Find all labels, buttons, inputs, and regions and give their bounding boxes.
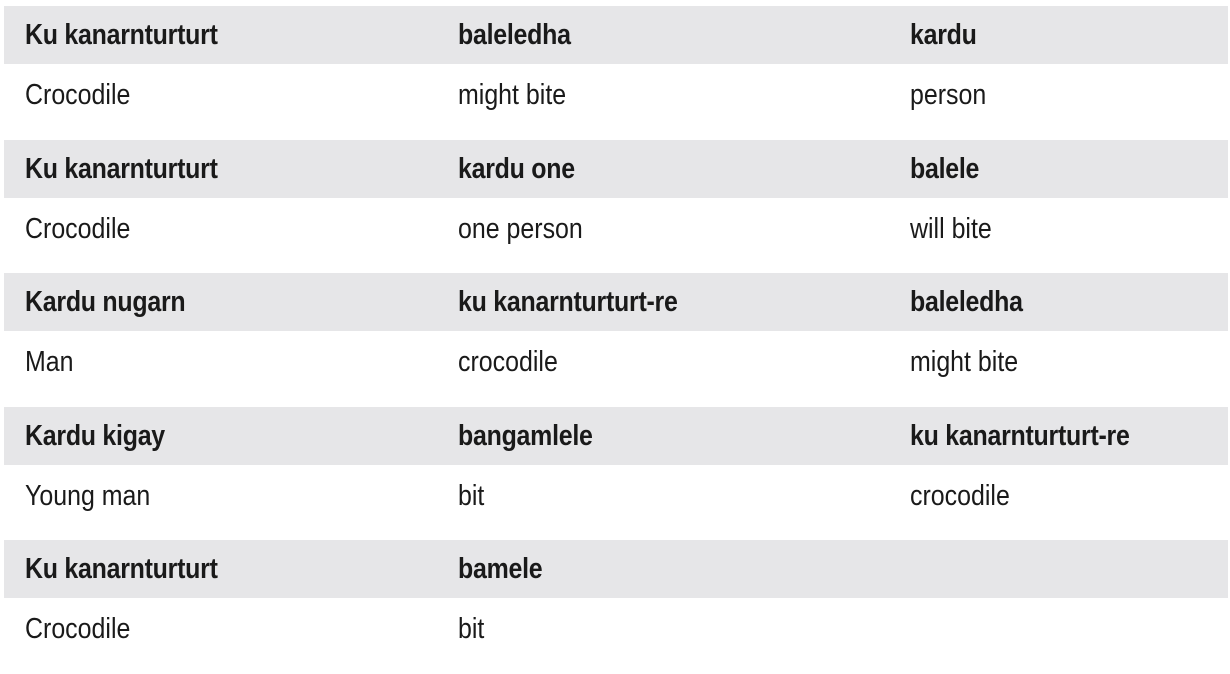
word-cell: Ku kanarnturturt — [25, 152, 218, 185]
word-cell: Ku kanarnturturt — [25, 19, 218, 51]
language-row: Ku kanarnturturt kardu one balele — [4, 139, 1228, 198]
gloss-cell: crocodile — [458, 346, 558, 378]
word-cell: bangamlele — [458, 419, 593, 452]
word-cell: Ku kanarnturturt — [25, 553, 218, 585]
word-cell: Kardu kigay — [25, 419, 165, 452]
gloss-cell: will bite — [910, 212, 992, 245]
gloss-cell: bit — [458, 613, 485, 645]
language-row: Kardu nugarn ku kanarnturturt-re baleled… — [4, 273, 1228, 331]
gloss-row: Man crocodile might bite — [4, 331, 1228, 393]
gloss-row: Crocodile bit — [4, 598, 1228, 660]
sentence-group-5: Ku kanarnturturt bamele Crocodile bit — [4, 540, 1228, 674]
gloss-cell: might bite — [910, 346, 1019, 378]
sentence-group-1: Ku kanarnturturt baleledha kardu Crocodi… — [4, 6, 1228, 140]
gloss-row: Young man bit crocodile — [4, 465, 1228, 527]
gloss-cell: Crocodile — [25, 613, 131, 645]
gloss-row: Crocodile might bite person — [4, 64, 1228, 126]
gloss-cell: person — [910, 79, 987, 111]
gloss-row: Crocodile one person will bite — [4, 198, 1228, 260]
word-cell: baleledha — [910, 286, 1023, 318]
word-cell: baleledha — [458, 19, 571, 51]
word-cell: ku kanarnturturt-re — [910, 419, 1130, 452]
language-row: Kardu kigay bangamlele ku kanarnturturt-… — [4, 406, 1228, 465]
gloss-cell: crocodile — [910, 479, 1010, 512]
word-cell: balele — [910, 152, 980, 185]
gloss-cell: one person — [458, 212, 583, 245]
word-cell: kardu — [910, 19, 977, 51]
word-cell: ku kanarnturturt-re — [458, 286, 678, 318]
interlinear-gloss-table: Ku kanarnturturt baleledha kardu Crocodi… — [4, 6, 1228, 674]
gloss-cell: Man — [25, 346, 74, 378]
gloss-cell: Crocodile — [25, 79, 131, 111]
language-row: Ku kanarnturturt bamele — [4, 540, 1228, 598]
language-row: Ku kanarnturturt baleledha kardu — [4, 6, 1228, 64]
word-cell: bamele — [458, 553, 543, 585]
word-cell: kardu one — [458, 152, 575, 185]
sentence-group-4: Kardu kigay bangamlele ku kanarnturturt-… — [4, 406, 1228, 541]
gloss-cell: Young man — [25, 479, 151, 512]
word-cell: Kardu nugarn — [25, 286, 186, 318]
sentence-group-2: Ku kanarnturturt kardu one balele Crocod… — [4, 139, 1228, 274]
sentence-group-3: Kardu nugarn ku kanarnturturt-re baleled… — [4, 273, 1228, 407]
gloss-cell: Crocodile — [25, 212, 131, 245]
gloss-cell: might bite — [458, 79, 567, 111]
gloss-cell: bit — [458, 479, 485, 512]
